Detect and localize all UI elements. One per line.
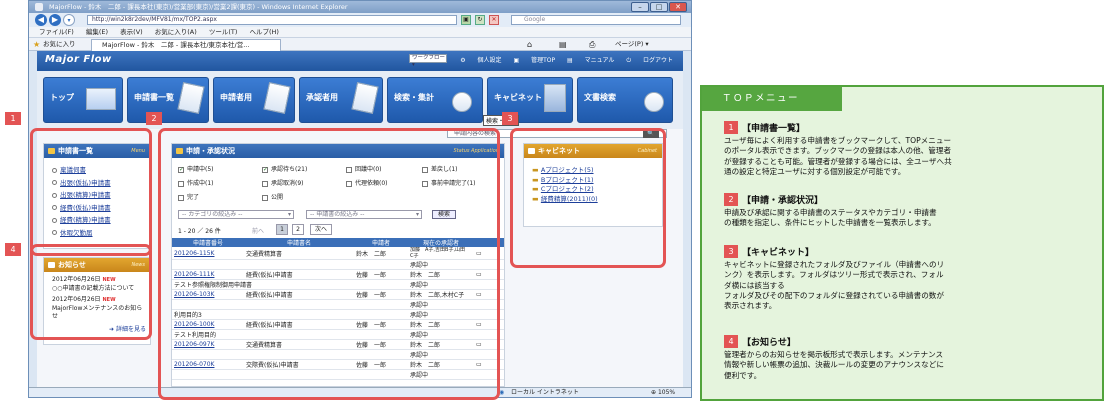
window-title: MajorFlow - 鈴木 二郎 - 課長本社(東京)/営業部(東京)/営業2…: [49, 3, 348, 11]
print-icon[interactable]: ⎙: [589, 38, 595, 51]
address-bar-row: ◀ ▶ ▾ http://win2k8r2dev/MFV81/mx/TOP2.a…: [29, 13, 691, 27]
zoom-level[interactable]: ⊕ 105%: [651, 388, 675, 397]
personal-settings-link[interactable]: ⚙ 個人設定: [460, 57, 501, 64]
back-icon[interactable]: ◀: [35, 14, 47, 26]
nav-approver[interactable]: 承認者用: [299, 77, 383, 123]
page-menu[interactable]: ページ(P) ▾: [615, 38, 649, 51]
description-section-2: 2 【申請・承認状況】 申請及び承認に関する申請書のステータスやカテゴリ・申請書 …: [724, 193, 937, 228]
top-menu-title: ＴＯＰメニュー: [702, 87, 842, 111]
admin-top-link[interactable]: ▣ 管理TOP: [513, 57, 555, 64]
callout-frame-1: [30, 128, 152, 256]
maximize-button[interactable]: □: [650, 2, 668, 12]
callout-frame-2: [158, 128, 500, 400]
favorites-button[interactable]: お気に入り: [43, 38, 76, 51]
stop-icon[interactable]: ✕: [489, 15, 499, 25]
description-section-1: 1 【申請書一覧】 ユーザ毎によく利用する申請書をブックマークして、TOPメニュー…: [724, 121, 952, 176]
ie-icon: [35, 3, 43, 11]
app-logo: Major Flow: [45, 54, 112, 65]
app-header: Major Flow ワークフロー ▾ ⚙ 個人設定 ▣ 管理TOP ▤ マニュ…: [37, 51, 683, 71]
top-menu-description: ＴＯＰメニュー 1 【申請書一覧】 ユーザ毎によく利用する申請書をブックマークして…: [700, 85, 1104, 401]
close-button[interactable]: ✕: [669, 2, 687, 12]
refresh-icon[interactable]: ↻: [475, 15, 485, 25]
manual-link[interactable]: ▤ マニュアル: [567, 57, 614, 64]
description-section-3: 3 【キャビネット】 キャビネットに登録されたフォルダ及びファイル（申請書へのリ …: [724, 245, 945, 311]
favorites-bar: ★ お気に入り MajorFlow - 鈴木 二郎 - 課長本社/東京本社/営.…: [29, 38, 691, 51]
menu-tools[interactable]: ツール(T): [209, 28, 238, 36]
nav-applicant[interactable]: 申請者用: [213, 77, 295, 123]
zone-label: ローカル イントラネット: [511, 389, 579, 396]
nav-search-summary[interactable]: 検索・集計: [387, 77, 483, 123]
nav-document-search[interactable]: 文書検索: [577, 77, 673, 123]
menu-help[interactable]: ヘルプ(H): [250, 28, 279, 36]
window-title-bar: MajorFlow - 鈴木 二郎 - 課長本社(東京)/営業部(東京)/営業2…: [29, 1, 691, 13]
callout-frame-4: [30, 244, 152, 340]
callout-number-3: 3: [502, 112, 518, 125]
callout-number-4: 4: [5, 243, 21, 256]
browser-search-input[interactable]: Google: [511, 15, 681, 25]
nav-application-list[interactable]: 申請書一覧: [127, 77, 209, 123]
feeds-icon[interactable]: ▤: [559, 38, 567, 51]
menu-bar: ファイル(F) 編集(E) 表示(V) お気に入り(A) ツール(T) ヘルプ(…: [29, 27, 691, 38]
main-nav: トップ 申請書一覧 申請者用 承認者用 検索・集計 キャビネット 文書検索 検索…: [37, 71, 683, 129]
callout-number-2: 2: [146, 112, 162, 125]
address-input[interactable]: http://win2k8r2dev/MFV81/mx/TOP2.aspx: [87, 15, 457, 25]
menu-view[interactable]: 表示(V): [120, 28, 143, 36]
home-icon[interactable]: ⌂: [527, 38, 532, 51]
callout-number-1: 1: [5, 112, 21, 125]
forward-icon[interactable]: ▶: [49, 14, 61, 26]
logout-link[interactable]: ⏻ ログアウト: [626, 57, 673, 64]
dropdown-chevron-icon[interactable]: ▾: [63, 14, 75, 26]
minimize-button[interactable]: –: [631, 2, 649, 12]
star-icon: ★: [33, 40, 41, 49]
callout-frame-3: [510, 128, 666, 268]
description-section-4: 4 【お知らせ】 管理者からのお知らせを掲示板形式で表示します。メンテナンス 情報…: [724, 335, 944, 380]
nav-top[interactable]: トップ: [43, 77, 123, 123]
menu-favorites[interactable]: お気に入り(A): [155, 28, 197, 36]
browser-tab[interactable]: MajorFlow - 鈴木 二郎 - 課長本社/東京本社/営...: [91, 39, 281, 51]
system-select[interactable]: ワークフロー ▾: [409, 54, 447, 68]
compat-view-icon[interactable]: ▣: [461, 15, 471, 25]
header-links: ⚙ 個人設定 ▣ 管理TOP ▤ マニュアル ⏻ ログアウト: [450, 55, 673, 65]
menu-edit[interactable]: 編集(E): [86, 28, 108, 36]
menu-file[interactable]: ファイル(F): [39, 28, 74, 36]
